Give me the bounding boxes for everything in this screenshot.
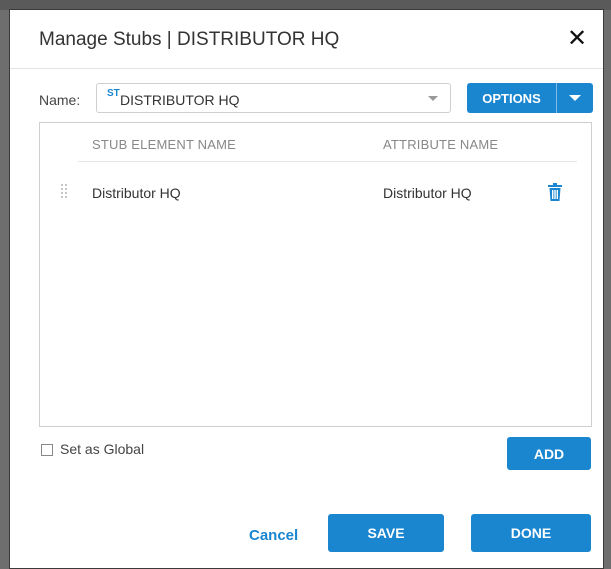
save-button[interactable]: SAVE	[328, 514, 444, 552]
set-as-global-checkbox[interactable]	[41, 444, 53, 456]
manage-stubs-dialog: Manage Stubs | DISTRIBUTOR HQ ✕ Name: ST…	[9, 9, 604, 569]
cancel-button[interactable]: Cancel	[249, 527, 298, 544]
header-divider	[78, 161, 577, 162]
name-select[interactable]: ST DISTRIBUTOR HQ	[96, 83, 451, 113]
table-row: Distributor HQ Distributor HQ	[40, 173, 591, 213]
column-header-attribute-name: ATTRIBUTE NAME	[383, 137, 499, 152]
set-as-global-label: Set as Global	[60, 441, 145, 457]
cell-attribute-name: Distributor HQ	[383, 185, 472, 201]
stubs-table: STUB ELEMENT NAME ATTRIBUTE NAME Distrib…	[39, 122, 592, 427]
dialog-header: Manage Stubs | DISTRIBUTOR HQ ✕	[10, 10, 603, 69]
name-select-value: DISTRIBUTOR HQ	[120, 92, 240, 108]
options-split-button: OPTIONS	[467, 83, 593, 113]
caret-down-icon	[569, 95, 581, 101]
stub-type-prefix: ST	[107, 88, 120, 99]
done-button[interactable]: DONE	[471, 514, 591, 552]
dialog-title: Manage Stubs | DISTRIBUTOR HQ	[39, 29, 340, 50]
name-label: Name:	[39, 92, 81, 108]
chevron-down-icon	[428, 96, 438, 101]
options-button[interactable]: OPTIONS	[467, 83, 556, 113]
options-dropdown-toggle[interactable]	[557, 83, 593, 113]
close-button[interactable]: ✕	[563, 24, 591, 52]
cell-stub-element-name: Distributor HQ	[92, 185, 181, 201]
close-icon: ✕	[566, 24, 588, 52]
drag-handle-icon[interactable]	[61, 184, 69, 200]
trash-icon[interactable]	[548, 183, 562, 201]
column-header-stub-element-name: STUB ELEMENT NAME	[92, 137, 237, 152]
add-button[interactable]: ADD	[507, 437, 591, 470]
